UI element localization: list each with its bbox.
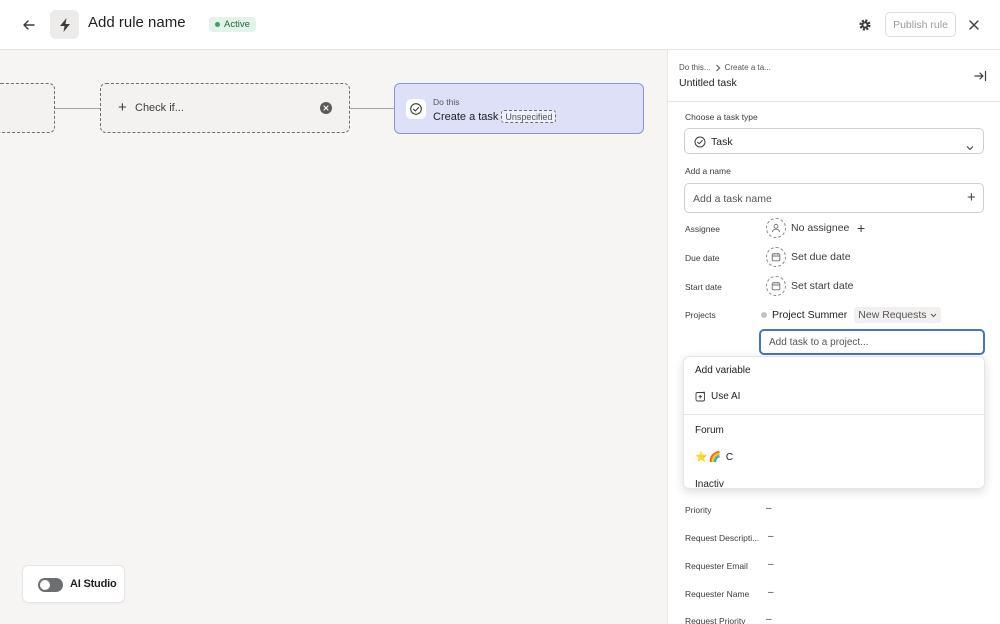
start-date-value[interactable]: Set start date [791, 280, 853, 292]
back-arrow-icon[interactable] [18, 14, 40, 36]
check-if-label: Check if... [135, 102, 184, 114]
breadcrumb: Do this... Create a ta... [679, 63, 771, 72]
task-type-select[interactable]: Task [684, 128, 984, 154]
add-variable-plus-icon[interactable]: + [967, 190, 976, 205]
task-type-label: Choose a task type [685, 112, 758, 122]
action-title: Create a task Unspecified [433, 110, 557, 123]
section-name: New Requests [858, 309, 927, 321]
calendar-icon[interactable] [766, 276, 786, 296]
project-name: Project Summer [772, 309, 848, 321]
remove-condition-icon[interactable] [320, 102, 332, 114]
check-if-node[interactable]: + Check if... [100, 83, 350, 133]
calendar-icon[interactable] [766, 247, 786, 267]
add-project-placeholder: Add task to a project... [769, 337, 869, 348]
task-name-input[interactable]: Add a task name + [684, 183, 984, 213]
create-task-icon [406, 99, 426, 119]
rule-bolt-icon [50, 10, 79, 39]
custom-field-value[interactable]: – [766, 614, 772, 624]
custom-field-value[interactable]: – [768, 531, 774, 542]
task-name-placeholder: Add a task name [693, 193, 772, 205]
close-icon[interactable] [964, 15, 984, 35]
custom-field-label: Requester Name [685, 589, 750, 599]
ai-sparkle-icon [695, 391, 705, 402]
connector-line [350, 108, 394, 109]
use-ai-label: Use AI [711, 391, 741, 402]
project-option-label: Forum [695, 425, 724, 436]
start-date-label: Start date [685, 282, 722, 292]
trigger-node[interactable] [0, 83, 55, 133]
custom-field-label: Request Priority [685, 616, 746, 624]
custom-field-value[interactable]: – [768, 559, 774, 570]
collapse-panel-icon[interactable] [972, 68, 988, 84]
gear-icon[interactable] [855, 15, 875, 35]
rainbow-emoji-icon: 🌈 [708, 452, 721, 463]
custom-field-label: Request Descripti... [685, 533, 760, 543]
breadcrumb-item[interactable]: Create a ta... [725, 63, 771, 72]
publish-rule-button[interactable]: Publish rule [885, 12, 956, 37]
project-option-label: C [725, 452, 734, 463]
add-variable-label: Add variable [695, 365, 751, 376]
project-option[interactable]: Forum [695, 425, 724, 436]
status-badge-label: Active [224, 19, 250, 30]
create-task-action-node[interactable]: Do this Create a task Unspecified [394, 83, 644, 134]
chevron-right-icon [715, 64, 720, 71]
top-bar: Add rule name Active Publish rule [0, 0, 1000, 50]
panel-title: Untitled task [679, 77, 737, 89]
rule-name-field[interactable]: Add rule name [88, 14, 186, 31]
star-emoji-icon: ⭐ [695, 452, 708, 463]
project-option-label: Inactiv [695, 479, 724, 489]
breadcrumb-item[interactable]: Do this... [679, 63, 711, 72]
custom-field-value[interactable]: – [768, 587, 774, 598]
project-option[interactable]: ⭐ 🌈 C [695, 452, 733, 463]
check-circle-icon [694, 135, 706, 153]
status-badge: Active [209, 17, 256, 32]
project-option[interactable]: Inactiv [695, 479, 724, 489]
use-ai-option[interactable]: Use AI [695, 391, 740, 402]
action-kicker: Do this [433, 97, 460, 107]
divider [684, 414, 984, 415]
project-chip[interactable]: Project Summer New Requests [761, 307, 941, 323]
unspecified-badge: Unspecified [501, 110, 557, 123]
custom-field-label: Requester Email [685, 561, 748, 571]
status-dot-icon [215, 22, 220, 27]
panel-header: Do this... Create a ta... Untitled task [668, 50, 1000, 102]
project-color-dot [761, 312, 767, 318]
add-project-input[interactable]: Add task to a project... [759, 329, 985, 355]
plus-icon: + [118, 99, 127, 116]
add-variable-option[interactable]: Add variable [695, 365, 751, 376]
name-label: Add a name [685, 166, 731, 176]
task-type-value: Task [711, 136, 733, 148]
section-select[interactable]: New Requests [854, 307, 941, 323]
ai-studio-toggle[interactable] [38, 578, 63, 592]
action-title-text: Create a task [433, 110, 499, 123]
connector-line [55, 108, 100, 109]
ai-studio-label: AI Studio [70, 578, 117, 590]
due-date-value[interactable]: Set due date [791, 251, 851, 263]
projects-label: Projects [685, 310, 716, 320]
assignee-value[interactable]: No assignee [791, 222, 849, 234]
person-icon[interactable] [766, 218, 786, 238]
chevron-down-icon [930, 313, 936, 317]
assignee-label: Assignee [685, 224, 720, 234]
custom-field-label: Priority [685, 505, 712, 515]
task-details-panel: Do this... Create a ta... Untitled task … [667, 50, 1000, 624]
chevron-down-icon [966, 138, 974, 156]
due-date-label: Due date [685, 253, 720, 263]
project-dropdown-menu: Add variable Use AI Forum ⭐ 🌈 C Inactiv [683, 356, 985, 489]
ai-studio-toggle-card: AI Studio [22, 565, 125, 603]
toggle-knob [40, 580, 50, 590]
add-assignee-plus-icon[interactable]: + [857, 221, 865, 235]
workflow-canvas[interactable]: + Check if... Do this Create a task Unsp… [0, 50, 667, 624]
custom-field-value[interactable]: – [766, 503, 772, 514]
